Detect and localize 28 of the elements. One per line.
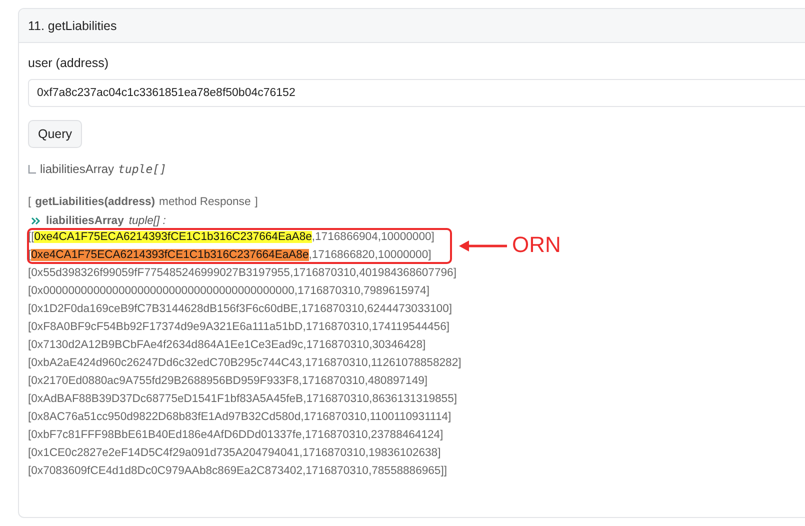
card-title: 11. getLiabilities: [28, 18, 117, 32]
result-line: [0x0000000000000000000000000000000000000000,1716870310,7989615974]: [28, 284, 430, 299]
query-button[interactable]: Query: [28, 120, 82, 148]
output-name: liabilitiesArray: [40, 162, 114, 176]
double-chevron-icon: [31, 216, 41, 224]
result-line: [0x55d398326f99059fF775485246999027B3197955,1716870310,401984368607796]: [28, 266, 458, 281]
corner-icon: [28, 164, 36, 174]
field-label: user (address): [28, 55, 109, 72]
result-line: [0x1D2F0da169ceB9fC7B3144628dB156f3F6c60dBE,1716870310,6244473033100]: [28, 302, 453, 317]
bracket: [: [28, 196, 32, 210]
field-name: liabilitiesArray: [46, 214, 124, 226]
result-line: [0xbF7c81FFF98BbE61B40Ed186e4AfD6DDd01337fe,1716870310,23788464124]: [28, 428, 444, 443]
method-name: getLiabilities(address): [35, 196, 156, 210]
result-line: [0x2170Ed0880ac9A755fd29B2688956BD959F933F8,1716870310,480897149]: [28, 374, 429, 389]
result-line: [0xAdBAF88B39D37Dc68775eD1541F1bf83A5A45feB,1716870310,8636131319855]: [28, 392, 458, 407]
result-line: [0xbA2aE424d960c26247Dd6c32edC70B295c744C43,1716870310,11261078858282]: [28, 356, 462, 371]
bracket: ]: [254, 196, 258, 210]
result-line: [0x7130d2A12B9BCbFAe4f2634d864A1Ee1Ce3Ead9c,1716870310,30346428]: [28, 338, 427, 353]
address-input-field[interactable]: 0xf7a8c237ac04c1c3361851ea78e8f50b04c76152: [28, 79, 805, 107]
result-line: [0x1CE0c2827e2eF14D5C4f29a091d735A204794041,1716870310,19836102638]: [28, 446, 442, 461]
result-line: [0xF8A0BF9cF54Bb92F17374d9e9A321E6a111a51bD,1716870310,174119544456]: [28, 320, 450, 335]
response-title: method Response: [159, 196, 251, 210]
arrow-icon: [459, 240, 509, 252]
output-type: tuple[]: [118, 162, 166, 176]
result-line: [0x7083609fCE4d1d8Dc0C979AAb8c869Ea2C873402,1716870310,78558886965]]: [28, 464, 448, 479]
result-line: [0x8AC76a51cc950d9822D68b83fE1Ad97B32Cd580d,1716870310,1100110931114]: [28, 410, 452, 425]
field-type: tuple[] :: [128, 214, 166, 226]
annotation-label: ORN: [512, 232, 561, 258]
